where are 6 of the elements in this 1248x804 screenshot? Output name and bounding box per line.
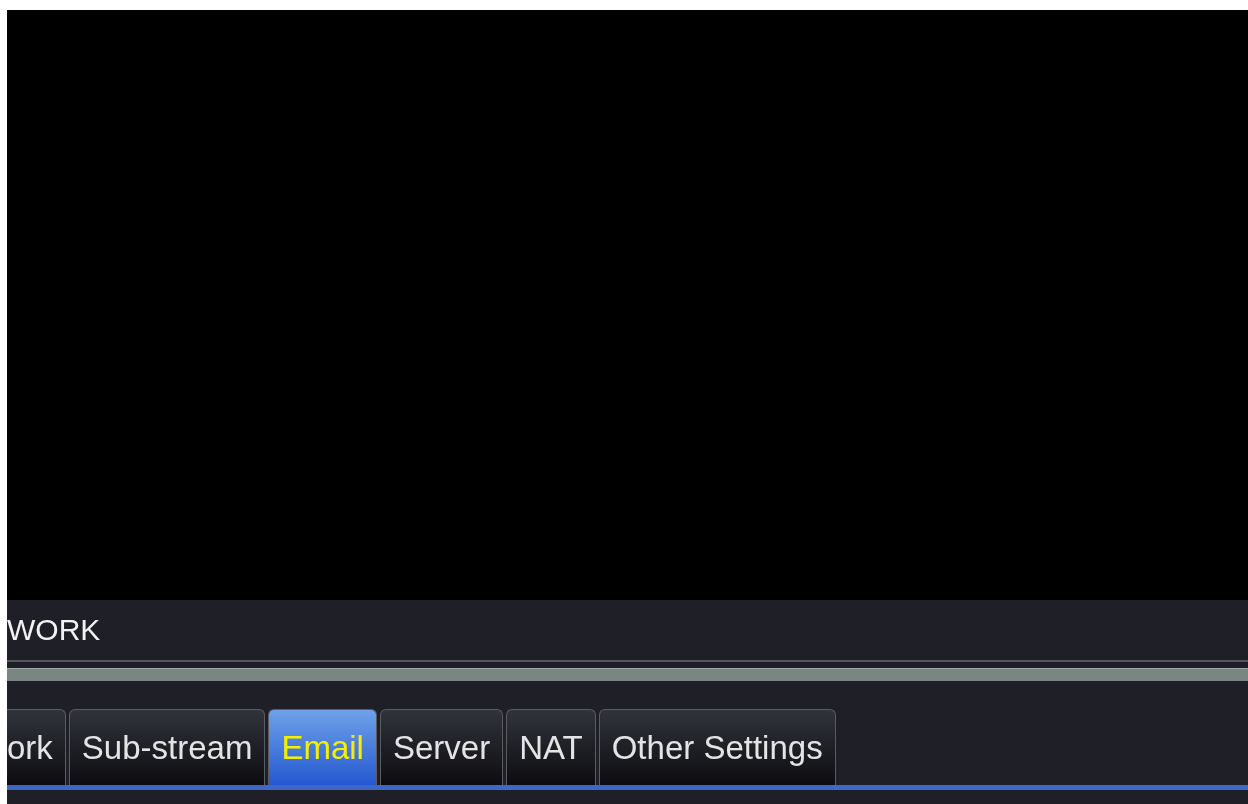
tab[interactable]: NAT xyxy=(506,709,596,785)
tab[interactable]: ork xyxy=(7,709,66,785)
tab[interactable]: Other Settings xyxy=(598,709,836,785)
tab[interactable]: Server xyxy=(379,709,504,785)
tab[interactable]: Sub-stream xyxy=(68,709,266,785)
window-title: WORK xyxy=(7,613,101,647)
